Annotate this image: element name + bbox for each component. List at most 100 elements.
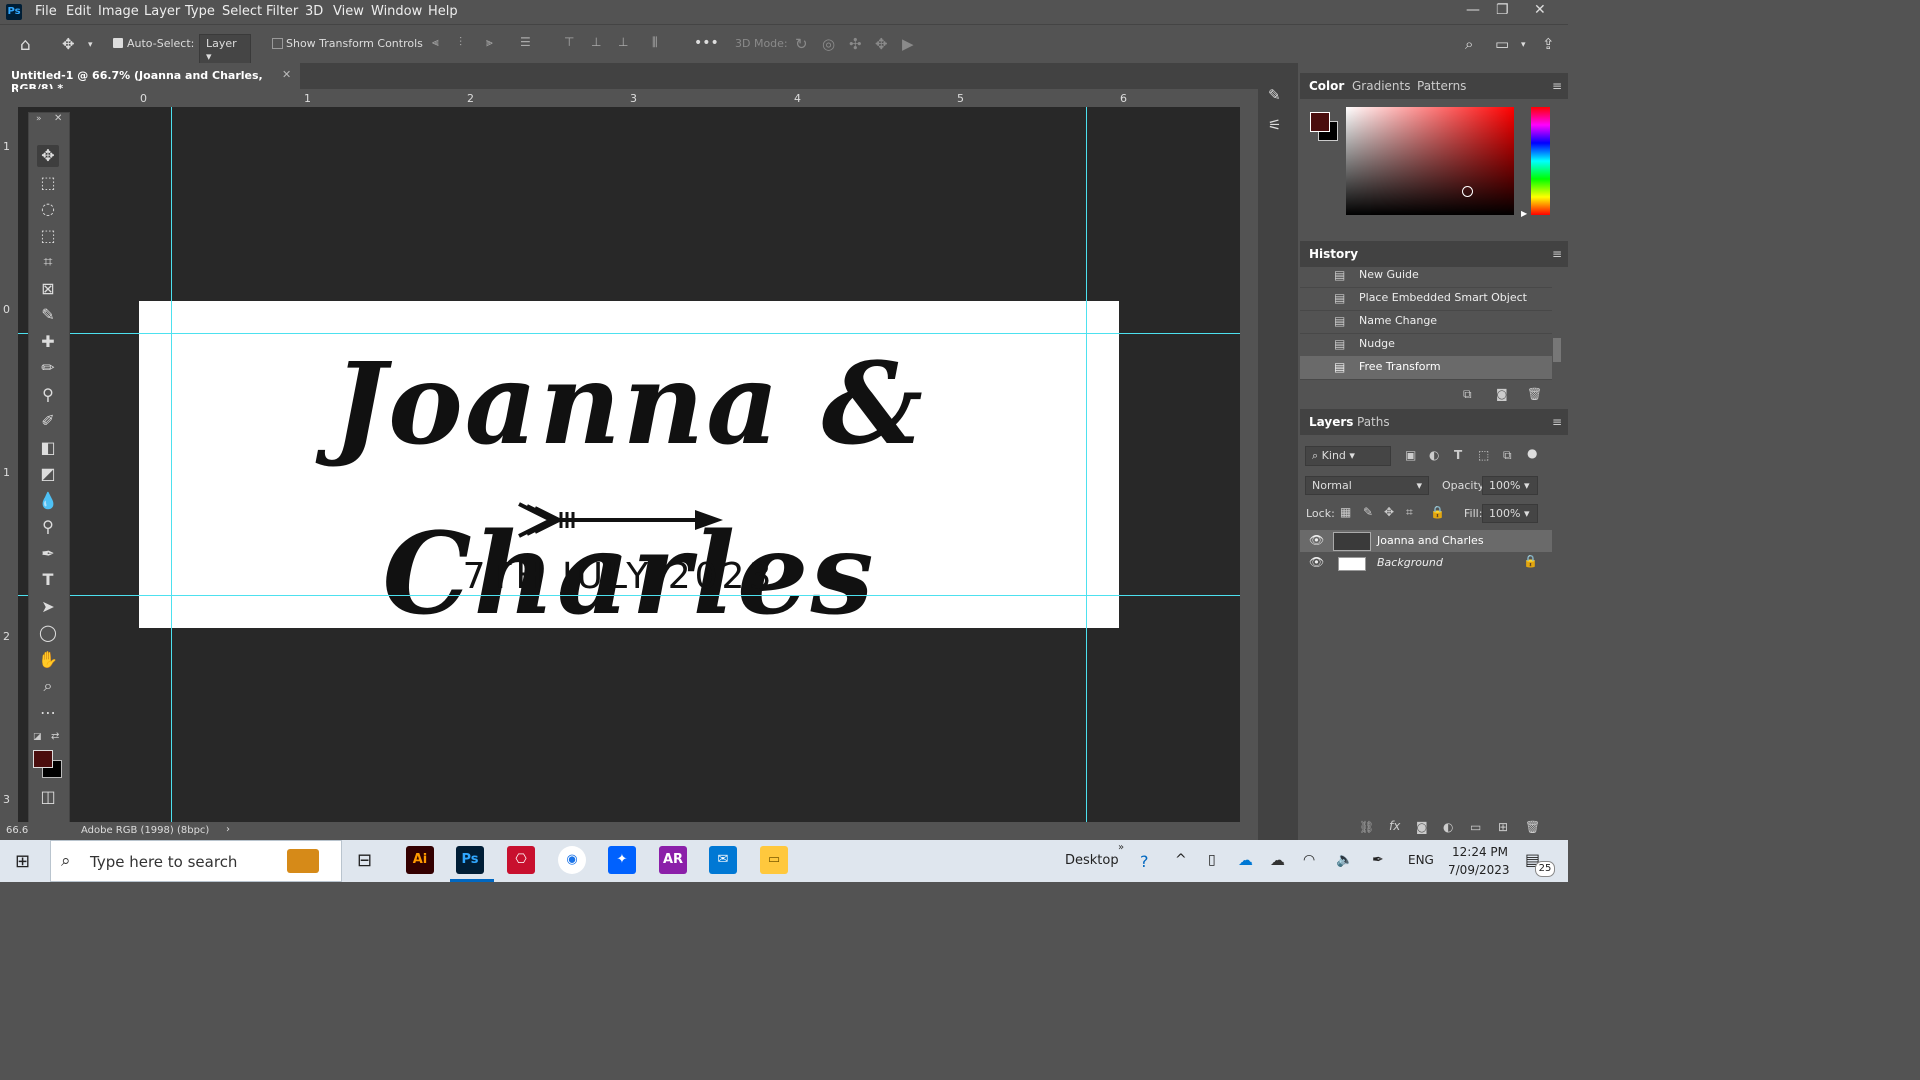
menu-edit[interactable]: Edit: [66, 4, 91, 19]
tab-history[interactable]: History: [1309, 247, 1358, 261]
type-tool-icon[interactable]: T: [37, 569, 59, 591]
link-layers-icon[interactable]: ⛓: [1359, 820, 1374, 834]
collapse-toolbox-icon[interactable]: »: [36, 114, 42, 124]
layer-row[interactable]: 👁 Background 🔒: [1300, 552, 1552, 574]
zoom-level[interactable]: 66.6: [6, 825, 28, 836]
taskbar-outlook-icon[interactable]: ✉: [709, 846, 737, 874]
menu-type[interactable]: Type: [185, 4, 215, 19]
eye-icon[interactable]: 👁: [1309, 533, 1324, 547]
layer-style-fx-icon[interactable]: fx: [1389, 819, 1400, 833]
filter-pixel-icon[interactable]: ▣: [1405, 448, 1416, 462]
history-item[interactable]: ▤ Name Change: [1300, 310, 1552, 334]
move-tool-icon[interactable]: ✥: [37, 145, 59, 167]
more-tools-icon[interactable]: ⋯: [37, 702, 59, 724]
taskbar-ar-app-icon[interactable]: AR: [659, 846, 687, 874]
lock-artboard-icon[interactable]: ⌗: [1406, 505, 1413, 520]
align-center-icon[interactable]: ⫶: [459, 35, 473, 49]
menu-help[interactable]: Help: [428, 4, 458, 19]
foreground-color-swatch[interactable]: [33, 750, 53, 768]
blur-tool-icon[interactable]: 💧: [37, 490, 59, 512]
healing-brush-tool-icon[interactable]: ✚: [37, 331, 59, 353]
history-item-active[interactable]: ▤ Free Transform: [1300, 356, 1552, 380]
hue-slider[interactable]: [1531, 107, 1550, 215]
history-brush-tool-icon[interactable]: ✐: [37, 410, 59, 432]
search-highlight-icon[interactable]: [287, 849, 319, 873]
close-toolbox-icon[interactable]: ✕: [54, 113, 62, 124]
close-window-icon[interactable]: ✕: [1534, 2, 1546, 18]
delete-state-icon[interactable]: 🗑: [1527, 387, 1542, 401]
minimize-icon[interactable]: —: [1466, 2, 1480, 18]
align-middle-icon[interactable]: ⊥: [591, 35, 605, 49]
layers-panel-menu-icon[interactable]: ≡: [1552, 415, 1562, 429]
align-top-icon[interactable]: ⊤: [564, 35, 578, 49]
clock-date[interactable]: 7/09/2023: [1448, 863, 1510, 877]
taskbar-search-box[interactable]: ⌕ Type here to search: [50, 840, 342, 882]
history-panel-menu-icon[interactable]: ≡: [1552, 247, 1562, 261]
marquee-tool-icon[interactable]: ⬚: [37, 172, 59, 194]
guide-horizontal[interactable]: [18, 595, 1240, 596]
clock-time[interactable]: 12:24 PM: [1452, 845, 1508, 859]
taskbar-photoshop-icon[interactable]: Ps: [456, 846, 484, 874]
opacity-field[interactable]: 100% ▾: [1482, 476, 1538, 495]
close-tab-icon[interactable]: ✕: [282, 68, 291, 81]
lasso-tool-icon[interactable]: ◌: [37, 198, 59, 220]
menu-file[interactable]: File: [35, 4, 57, 19]
align-right-icon[interactable]: ⫸: [486, 35, 500, 49]
default-colors-icon[interactable]: ◪: [33, 732, 42, 742]
guide-vertical[interactable]: [1086, 107, 1087, 822]
zoom-tool-icon[interactable]: ⌕: [37, 675, 59, 697]
search-icon[interactable]: ⌕: [1465, 35, 1473, 53]
status-chevron-icon[interactable]: ›: [226, 824, 230, 835]
taskbar-dropbox-icon[interactable]: ✦: [608, 846, 636, 874]
share-icon[interactable]: ⇪: [1542, 35, 1555, 53]
tab-gradients[interactable]: Gradients: [1352, 79, 1410, 93]
swap-colors-icon[interactable]: ⇄: [51, 731, 59, 742]
gradient-tool-icon[interactable]: ◩: [37, 463, 59, 485]
menu-layer[interactable]: Layer: [144, 4, 180, 19]
pen-tray-icon[interactable]: ✒: [1372, 852, 1384, 868]
crop-tool-icon[interactable]: ⌗: [37, 251, 59, 273]
more-options-icon[interactable]: •••: [694, 35, 719, 51]
eye-icon[interactable]: 👁: [1309, 555, 1324, 569]
object-select-tool-icon[interactable]: ⬚: [37, 225, 59, 247]
auto-select-checkbox[interactable]: [113, 38, 123, 48]
snapshot-camera-icon[interactable]: ◙: [1496, 387, 1508, 401]
auto-select-dropdown[interactable]: Layer ▾: [199, 34, 251, 66]
desktop-toolbar-label[interactable]: Desktop: [1065, 853, 1119, 868]
tray-device-icon[interactable]: ▯: [1208, 852, 1216, 868]
adjustments-icon[interactable]: ⚟: [1268, 116, 1281, 134]
new-group-icon[interactable]: ▭: [1470, 820, 1481, 834]
tab-paths[interactable]: Paths: [1357, 415, 1390, 429]
wifi-icon[interactable]: ◠: [1303, 852, 1315, 868]
tab-patterns[interactable]: Patterns: [1417, 79, 1466, 93]
taskbar-chrome-icon[interactable]: ◉: [558, 846, 586, 874]
align-left-icon[interactable]: ⫷: [432, 35, 446, 49]
transform-controls-checkbox[interactable]: [272, 38, 283, 49]
filter-type-icon[interactable]: T: [1454, 448, 1462, 462]
new-layer-icon[interactable]: ⊞: [1498, 820, 1508, 834]
guide-vertical[interactable]: [171, 107, 172, 822]
move-tool-icon[interactable]: ✥: [62, 35, 75, 53]
color-field[interactable]: [1346, 107, 1514, 215]
task-view-icon[interactable]: ⊟: [357, 850, 372, 871]
filter-toggle-icon[interactable]: ●: [1527, 446, 1537, 460]
eyedropper-tool-icon[interactable]: ✎: [37, 304, 59, 326]
taskbar-acrobat-icon[interactable]: ⎔: [507, 846, 535, 874]
fill-field[interactable]: 100% ▾: [1482, 504, 1538, 523]
frame-tool-icon[interactable]: ⊠: [37, 278, 59, 300]
hand-tool-icon[interactable]: ✋: [37, 649, 59, 671]
lock-all-icon[interactable]: 🔒: [1430, 505, 1445, 519]
menu-view[interactable]: View: [333, 4, 364, 19]
menu-3d[interactable]: 3D: [305, 4, 323, 19]
language-indicator[interactable]: ENG: [1408, 853, 1434, 867]
workspace-icon[interactable]: ▭: [1495, 35, 1509, 53]
home-icon[interactable]: ⌂: [20, 35, 31, 55]
new-document-from-state-icon[interactable]: ⧉: [1463, 387, 1472, 402]
layer-row-selected[interactable]: 👁 Joanna and Charles: [1300, 530, 1552, 552]
pen-tool-icon[interactable]: ✒: [37, 543, 59, 565]
color-panel-menu-icon[interactable]: ≡: [1552, 79, 1562, 93]
lock-transparent-icon[interactable]: ▦: [1340, 505, 1351, 519]
history-item[interactable]: ▤ Nudge: [1300, 333, 1552, 357]
layer-name[interactable]: Joanna and Charles: [1377, 534, 1484, 547]
quick-mask-icon[interactable]: ◫: [37, 786, 59, 808]
